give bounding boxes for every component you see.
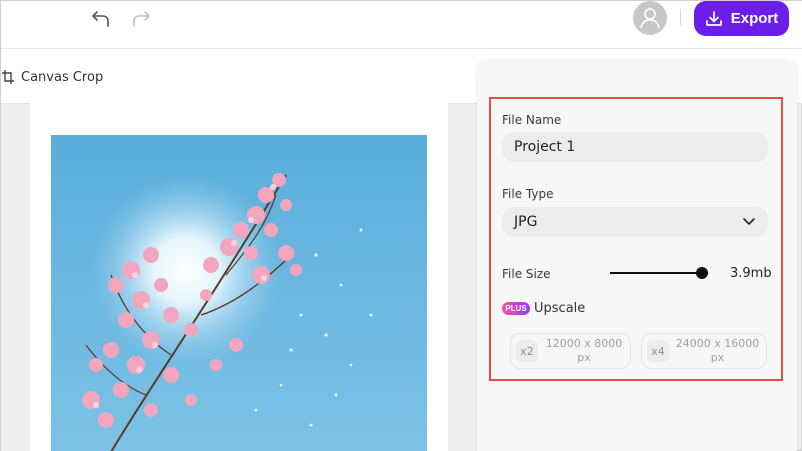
- upscale-option-x2[interactable]: x2 12000 x 8000 px: [510, 333, 631, 369]
- user-icon: [640, 8, 660, 29]
- file-size-label: File Size: [502, 267, 551, 281]
- redo-icon[interactable]: [129, 6, 153, 30]
- download-icon: [705, 10, 722, 26]
- upscale-unit-text: px: [710, 351, 725, 364]
- file-size-slider[interactable]: [610, 272, 702, 274]
- upscale-dimensions: 12000 x 8000 px: [538, 337, 630, 365]
- canvas-crop-button[interactable]: Canvas Crop: [1, 67, 103, 87]
- file-size-slider-handle[interactable]: [696, 267, 708, 279]
- cherry-blossom-photo: [51, 135, 427, 451]
- upscale-label: Upscale: [534, 301, 586, 316]
- upscale-unit-text: px: [577, 351, 591, 364]
- upscale-multiplier: x2: [516, 340, 538, 362]
- chevron-down-icon: [743, 218, 755, 225]
- file-name-label: File Name: [502, 113, 562, 127]
- canvas-crop-label: Canvas Crop: [21, 69, 104, 85]
- plus-badge: PLUS: [502, 302, 530, 315]
- crop-icon: [2, 70, 14, 84]
- file-type-select[interactable]: JPG: [502, 207, 768, 237]
- file-type-label: File Type: [502, 187, 554, 201]
- export-button[interactable]: Export: [694, 1, 789, 36]
- file-size-value: 3.9mb: [730, 266, 772, 281]
- upscale-dimensions: 24000 x 16000 px: [669, 337, 766, 365]
- file-type-value: JPG: [514, 214, 538, 230]
- upscale-multiplier: x4: [647, 340, 669, 362]
- export-label: Export: [730, 10, 779, 27]
- toolbar-divider: [680, 9, 681, 25]
- avatar[interactable]: [633, 1, 667, 35]
- undo-icon[interactable]: [89, 6, 113, 30]
- upscale-option-x4[interactable]: x4 24000 x 16000 px: [641, 333, 767, 369]
- top-toolbar: Export: [1, 1, 802, 49]
- upscale-dims-text: 12000 x 8000: [545, 337, 623, 350]
- canvas-page: [30, 101, 448, 451]
- upscale-dims-text: 24000 x 16000: [675, 337, 760, 350]
- file-name-value: Project 1: [514, 139, 576, 155]
- file-name-field[interactable]: Project 1: [502, 132, 768, 162]
